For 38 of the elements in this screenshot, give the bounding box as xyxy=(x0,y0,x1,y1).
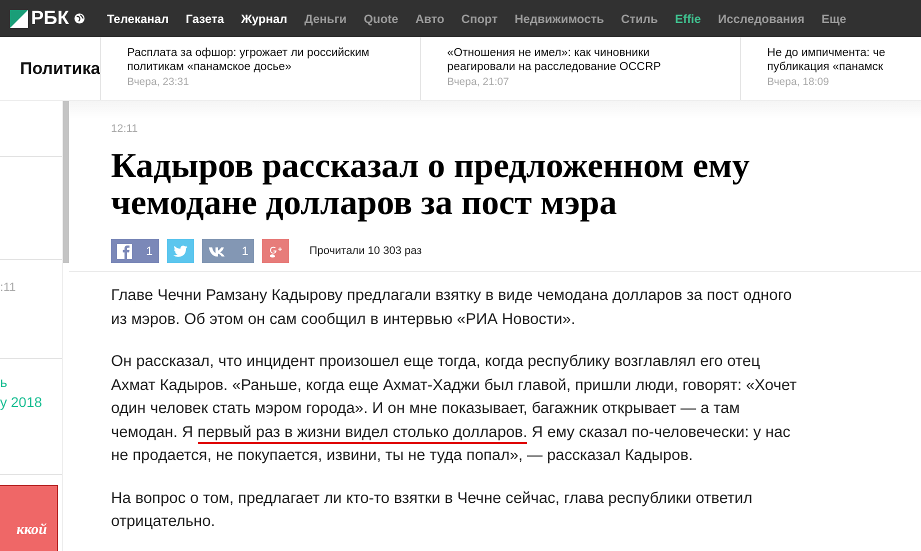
vk-share-button[interactable]: 1 xyxy=(202,239,254,263)
sidebar-link[interactable]: ь xyxy=(0,374,8,390)
nav-link[interactable]: Стиль xyxy=(621,12,658,26)
sidebar-link[interactable]: у 2018 xyxy=(0,394,42,410)
nav-link[interactable]: Еще xyxy=(822,12,846,26)
nav-link[interactable]: Исследования xyxy=(718,12,805,26)
article-time: 12:11 xyxy=(111,123,139,135)
nav-link[interactable]: Газета xyxy=(186,12,224,26)
headline-link[interactable]: Не до импичмента: че публикация «панамск xyxy=(767,46,921,74)
facebook-share-button[interactable]: 1 xyxy=(111,239,159,263)
nav-link[interactable]: Деньги xyxy=(304,12,347,26)
headline-time: Вчера, 21:07 xyxy=(447,76,510,88)
headline-time: Вчера, 18:09 xyxy=(767,76,830,88)
nav-link[interactable]: Недвижимость xyxy=(514,12,604,26)
nav-link[interactable]: Effie xyxy=(674,12,701,26)
nav-link[interactable]: Quote xyxy=(364,12,398,26)
read-count: Прочитали 10 303 раз xyxy=(309,245,422,257)
sidebar-time: :11 xyxy=(0,280,16,294)
logo-icon xyxy=(10,10,28,28)
article-paragraph: Главе Чечни Рамзану Кадырову предлагали взятку в виде чемодана долларов за пост одного из мэров. Об этом он сам сообщил в интервью «РИА Новости». xyxy=(111,286,793,330)
nav-link[interactable]: Спорт xyxy=(461,12,498,26)
article-title: Кадыров рассказал о предложенном ему чемодане долларов за пост мэра xyxy=(111,147,751,221)
gplus-share-button[interactable] xyxy=(262,239,290,263)
ad-banner[interactable]: ккой xyxy=(0,485,58,551)
logo-text[interactable]: РБК xyxy=(31,8,69,30)
bird-icon xyxy=(172,244,188,258)
scroll-bar[interactable] xyxy=(63,101,69,263)
nav-link[interactable]: Авто xyxy=(415,12,444,26)
section-title: Политика xyxy=(19,58,100,80)
article-paragraph: На вопрос о том, предлагает ли кто-то взятки в Чечне сейчас, глава республики ответил отрицательно. xyxy=(111,488,754,532)
facebook-icon xyxy=(117,244,132,258)
article-paragraph: Он рассказал, что инцидент произошел еще тогда, когда республику возглавлял его отец Ахмат Кадыров. «Раньше, когда еще Ахмат-Хаджи был главой, пришли люди, говорят: «Хочет один человек стать мэром города». И он мне показывает, багажник открывает — а там чемодан. Я первый раз в жизни видел столько долларов. Я ему сказал по-человечески: у нас не продается, не покупается, извини, ты не туда попал», — рассказал Кадыров. xyxy=(111,352,798,466)
headline-time: Вчера, 23:31 xyxy=(127,76,190,88)
headline-link[interactable]: «Отношения не имел»: как чиновники реагировали на расследование OCCRP xyxy=(447,46,718,74)
twitter-share-button[interactable] xyxy=(166,239,194,263)
headline-link[interactable]: Расплата за офшор: угрожает ли российским политикам «панамское досье» xyxy=(127,46,398,74)
nav-link[interactable]: Телеканал xyxy=(106,12,169,26)
nav-link[interactable]: Журнал xyxy=(241,12,288,26)
